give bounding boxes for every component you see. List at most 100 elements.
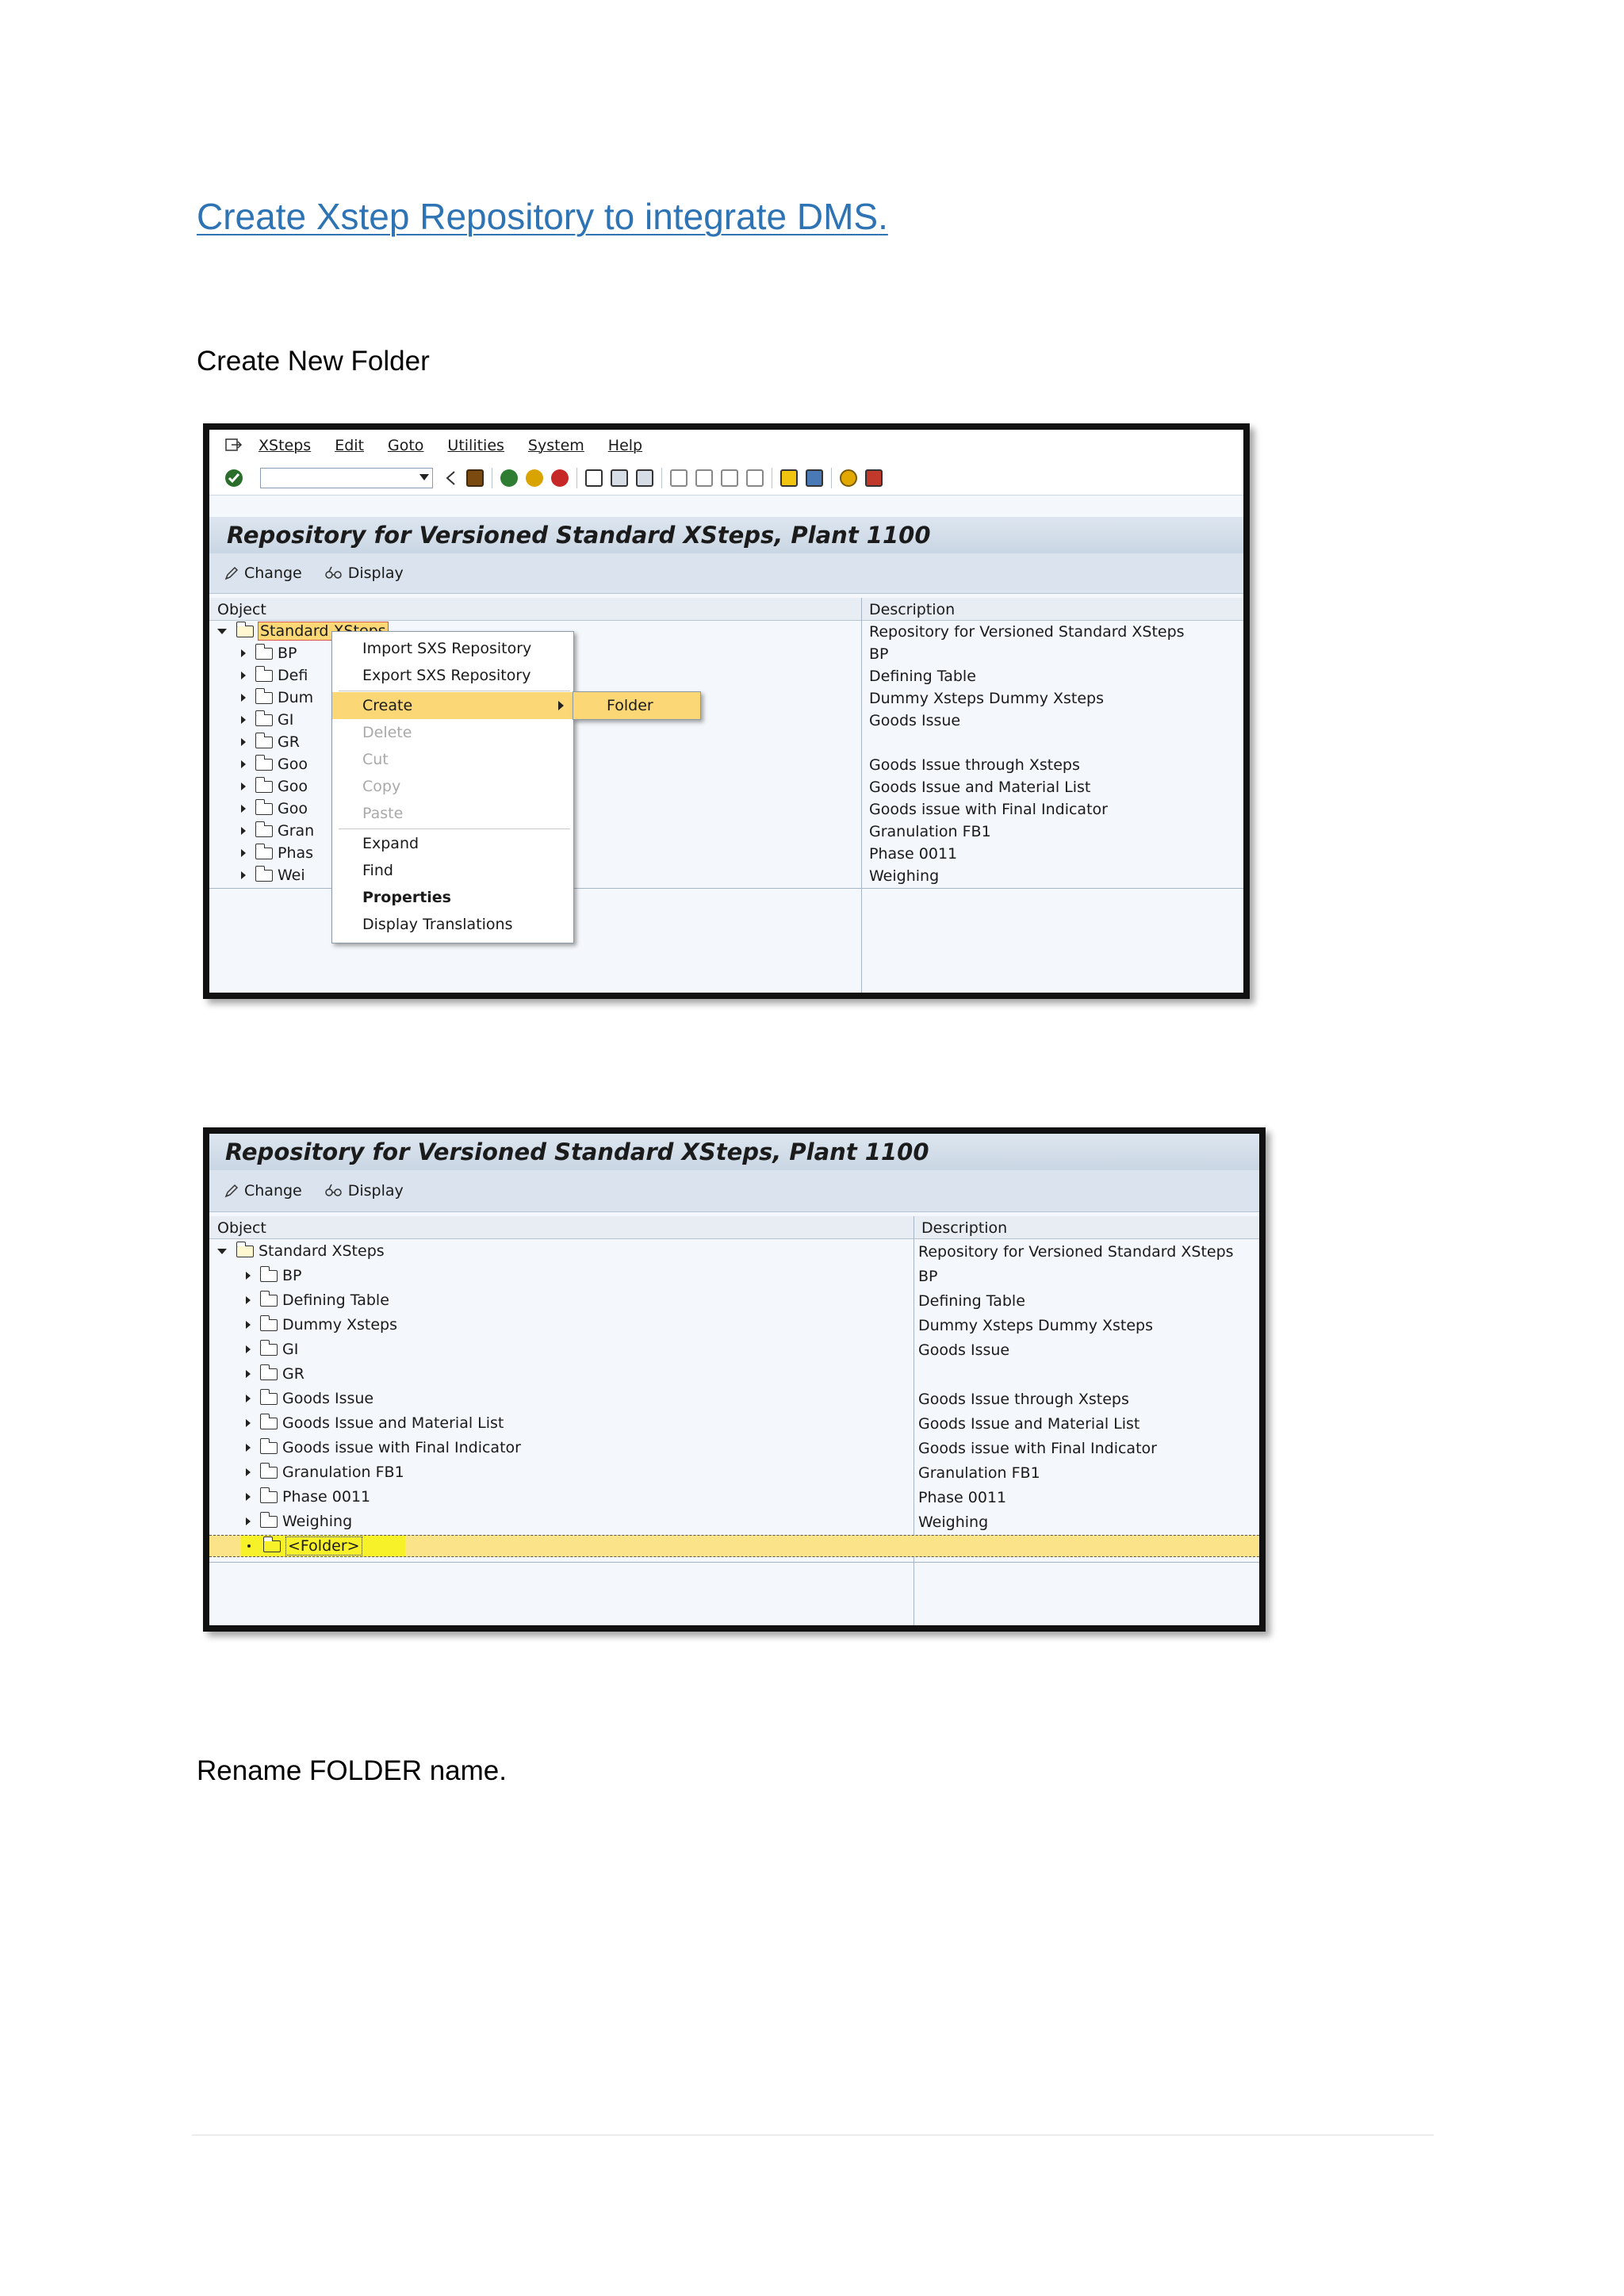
previous-page-icon[interactable] xyxy=(695,469,713,487)
menu-help[interactable]: Help xyxy=(608,437,642,454)
tree-node-label[interactable]: Phas xyxy=(278,844,313,862)
print-icon[interactable] xyxy=(585,469,603,487)
tree-node-label[interactable]: Goo xyxy=(278,778,308,795)
first-page-icon[interactable] xyxy=(670,469,688,487)
expand-toggle-icon[interactable] xyxy=(246,1493,251,1501)
tree-node-label[interactable]: Goo xyxy=(278,756,308,773)
expand-toggle-icon[interactable] xyxy=(241,805,246,813)
object-column-header[interactable]: Object xyxy=(217,601,266,618)
display-button[interactable]: Display xyxy=(324,564,404,582)
shortcut-icon[interactable] xyxy=(806,469,823,487)
menu-goto[interactable]: Goto xyxy=(388,437,423,454)
display-button[interactable]: Display xyxy=(324,1182,404,1200)
help-icon[interactable] xyxy=(840,469,857,487)
expand-toggle-icon[interactable] xyxy=(246,1419,251,1427)
tree-node-label[interactable]: Goods issue with Final Indicator xyxy=(282,1439,521,1456)
tree-row[interactable]: Granulation FB1 Granulation FB1 xyxy=(209,1461,1259,1483)
command-field[interactable] xyxy=(260,468,433,488)
object-column-header[interactable]: Object xyxy=(217,1219,266,1237)
find-icon[interactable] xyxy=(611,469,628,487)
tree-node-label[interactable]: BP xyxy=(282,1267,302,1284)
chevron-down-icon[interactable] xyxy=(419,474,429,480)
tree-node-label[interactable]: Granulation FB1 xyxy=(282,1464,404,1481)
tree-node-label[interactable]: Phase 0011 xyxy=(282,1488,370,1506)
create-session-icon[interactable] xyxy=(780,469,798,487)
menu-find[interactable]: Find xyxy=(332,857,573,884)
expand-toggle-icon[interactable] xyxy=(246,1296,251,1304)
expand-toggle-icon[interactable] xyxy=(246,1272,251,1280)
tree-row[interactable]: BP BP xyxy=(209,1265,1259,1287)
tree-node-label[interactable]: GR xyxy=(278,733,300,751)
expand-toggle-icon[interactable] xyxy=(241,716,246,724)
menu-xsteps[interactable]: XSteps xyxy=(259,437,311,454)
expand-toggle-icon[interactable] xyxy=(217,1248,227,1254)
expand-toggle-icon[interactable] xyxy=(241,871,246,879)
tree-node-label[interactable]: Gran xyxy=(278,822,314,840)
last-page-icon[interactable] xyxy=(746,469,764,487)
cancel-icon[interactable] xyxy=(551,469,569,487)
tree-row-root[interactable]: Standard XSteps Repository for Versioned… xyxy=(209,1240,1259,1262)
tree-node-label[interactable]: Weighing xyxy=(282,1513,352,1530)
tree-node-label[interactable]: GR xyxy=(282,1365,304,1383)
document-heading[interactable]: Create Xstep Repository to integrate DMS… xyxy=(197,195,888,238)
menu-edit[interactable]: Edit xyxy=(335,437,364,454)
change-button[interactable]: Change xyxy=(224,1182,302,1200)
expand-toggle-icon[interactable] xyxy=(241,849,246,857)
find-next-icon[interactable] xyxy=(636,469,653,487)
tree-node-label[interactable]: Goods Issue and Material List xyxy=(282,1414,504,1432)
tree-node-label[interactable]: Dum xyxy=(278,689,313,706)
expand-toggle-icon[interactable] xyxy=(241,827,246,835)
tree-row[interactable]: GI Goods Issue xyxy=(209,1338,1259,1360)
change-button[interactable]: Change xyxy=(224,564,302,582)
tree-node-label[interactable]: Dummy Xsteps xyxy=(282,1316,397,1334)
expand-toggle-icon[interactable] xyxy=(241,694,246,702)
expand-toggle-icon[interactable] xyxy=(241,738,246,746)
tree-row[interactable]: Goods issue with Final Indicator Goods i… xyxy=(209,1437,1259,1459)
tree-row[interactable]: Defining Table Defining Table xyxy=(209,1289,1259,1311)
menu-properties[interactable]: Properties xyxy=(332,884,573,911)
expand-toggle-icon[interactable] xyxy=(246,1395,251,1402)
back-icon[interactable] xyxy=(500,469,518,487)
expand-toggle-icon[interactable] xyxy=(246,1517,251,1525)
tree-row[interactable]: Weighing Weighing xyxy=(209,1510,1259,1533)
tree-node-label[interactable]: Goods Issue xyxy=(282,1390,373,1407)
tree-node-label[interactable]: Defining Table xyxy=(282,1292,389,1309)
tree-node-label[interactable]: Defi xyxy=(278,667,308,684)
tree-node-label[interactable]: GI xyxy=(278,711,293,729)
expand-toggle-icon[interactable] xyxy=(241,760,246,768)
menu-system[interactable]: System xyxy=(528,437,584,454)
tree-node-label[interactable]: BP xyxy=(278,645,297,662)
back-arrow-icon[interactable] xyxy=(444,469,458,487)
description-column-header[interactable]: Description xyxy=(869,601,955,618)
next-page-icon[interactable] xyxy=(721,469,738,487)
new-folder-label[interactable]: <Folder> xyxy=(285,1536,362,1556)
expand-toggle-icon[interactable] xyxy=(246,1444,251,1452)
menu-display-translations[interactable]: Display Translations xyxy=(332,911,573,938)
expand-toggle-icon[interactable] xyxy=(246,1321,251,1329)
tree-row-new-folder[interactable]: <Folder> xyxy=(209,1535,1259,1557)
menu-export-sxs-repository[interactable]: Export SXS Repository xyxy=(332,662,573,689)
expand-toggle-icon[interactable] xyxy=(241,649,246,657)
tree-node-label[interactable]: Goo xyxy=(278,800,308,817)
menu-expand[interactable]: Expand xyxy=(332,830,573,857)
expand-toggle-icon[interactable] xyxy=(241,783,246,790)
tree-row[interactable]: Phase 0011 Phase 0011 xyxy=(209,1486,1259,1508)
customize-layout-icon[interactable] xyxy=(865,469,883,487)
tree-row[interactable]: Goods Issue and Material List Goods Issu… xyxy=(209,1412,1259,1434)
expand-toggle-icon[interactable] xyxy=(246,1345,251,1353)
enter-check-icon[interactable] xyxy=(224,468,244,488)
tree-row[interactable]: Goods Issue Goods Issue through Xsteps xyxy=(209,1387,1259,1410)
expand-toggle-icon[interactable] xyxy=(246,1468,251,1476)
tree-row[interactable]: Dummy Xsteps Dummy Xsteps Dummy Xsteps xyxy=(209,1314,1259,1336)
submenu-folder[interactable]: Folder xyxy=(573,691,701,720)
menu-import-sxs-repository[interactable]: Import SXS Repository xyxy=(332,635,573,662)
save-icon[interactable] xyxy=(466,469,484,487)
menu-create[interactable]: Create xyxy=(332,692,573,719)
tree-node-label[interactable]: Standard XSteps xyxy=(259,1242,385,1260)
tree-node-label[interactable]: Wei xyxy=(278,867,305,884)
exit-icon[interactable] xyxy=(526,469,543,487)
tree-row[interactable]: GR xyxy=(209,1363,1259,1385)
menu-exit-icon[interactable] xyxy=(225,438,243,453)
menu-utilities[interactable]: Utilities xyxy=(447,437,504,454)
expand-toggle-icon[interactable] xyxy=(241,672,246,679)
